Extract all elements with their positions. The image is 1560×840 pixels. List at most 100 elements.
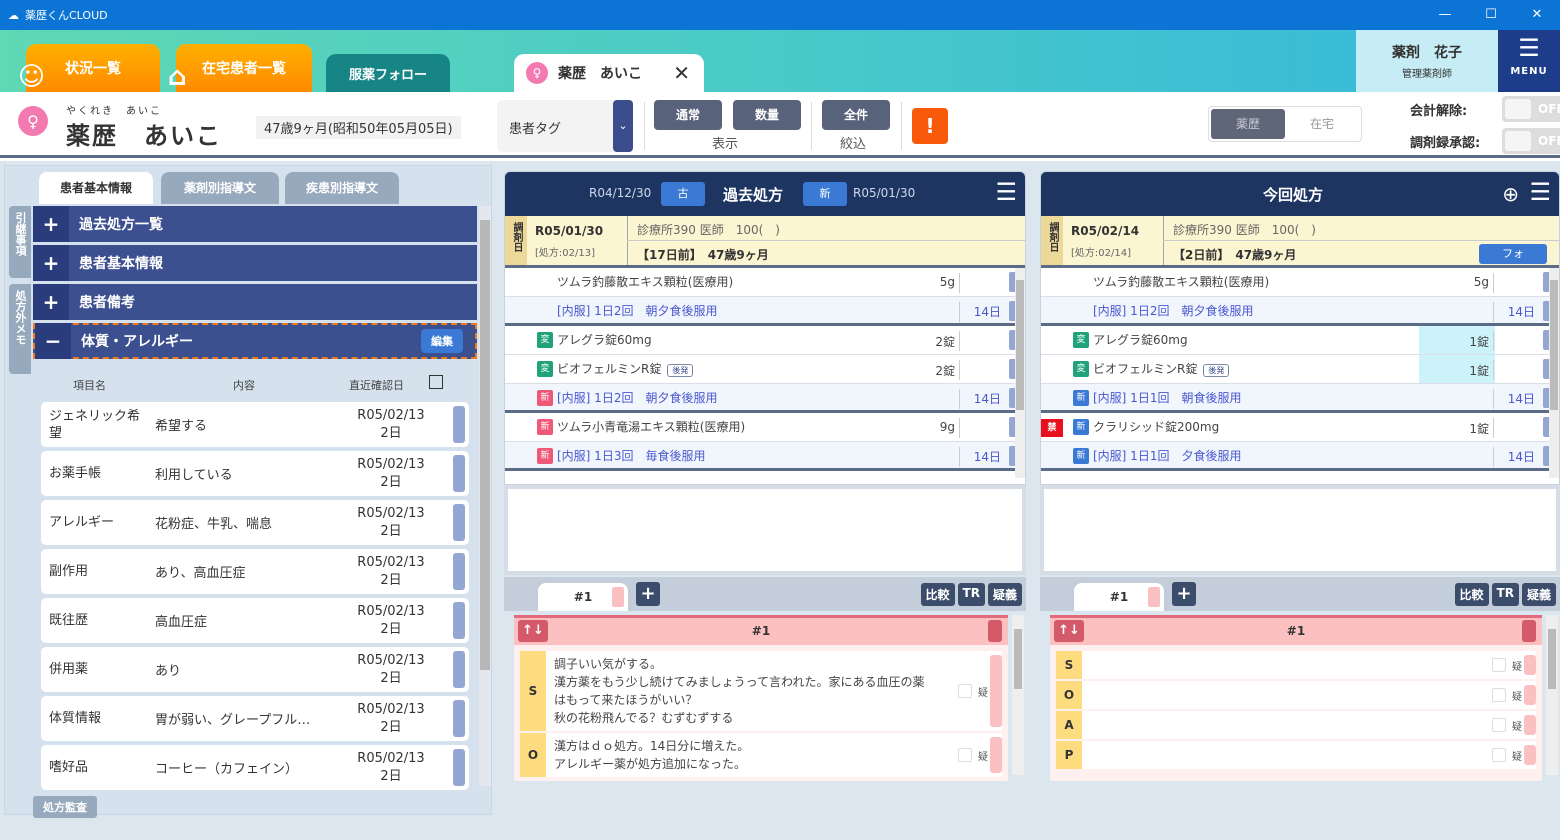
soap-color-marker[interactable] [990, 737, 1002, 773]
past-memo-area[interactable] [504, 485, 1026, 575]
table-row[interactable]: 併用薬 あり R05/02/13 2日 [41, 647, 469, 692]
older-button[interactable]: 古 [661, 182, 705, 206]
usage-row[interactable]: 新 [内服] 1日3回 毎食後服用 14日 [505, 442, 1025, 471]
current-scrollbar[interactable] [1549, 268, 1559, 478]
newer-button[interactable]: 新 [803, 182, 847, 206]
row-select-handle[interactable] [453, 504, 465, 541]
soap-text[interactable] [1082, 681, 1536, 709]
usage-row[interactable]: [内服] 1日2回 朝夕食後服用 14日 [1041, 297, 1559, 326]
usage-row[interactable]: 新 [内服] 1日2回 朝夕食後服用 14日 [505, 384, 1025, 413]
past-scrollbar[interactable] [1015, 268, 1025, 478]
maximize-button[interactable]: ☐ [1468, 0, 1514, 30]
row-select-handle[interactable] [453, 749, 465, 786]
soap-color-marker[interactable] [1524, 655, 1536, 675]
add-soap-button[interactable]: + [1172, 582, 1196, 606]
table-row[interactable]: 嗜好品 コーヒー（カフェイン） R05/02/13 2日 [41, 745, 469, 790]
compare-button[interactable]: 比較 [920, 583, 955, 606]
table-row[interactable]: 既往歴 高血圧症 R05/02/13 2日 [41, 598, 469, 643]
drug-row[interactable]: 新ツムラ小青竜湯エキス顆粒(医療用) 9g [505, 413, 1025, 442]
display-quantity-button[interactable]: 数量 [733, 100, 801, 130]
row-select-handle[interactable] [453, 553, 465, 590]
soap-inquiry-checkbox[interactable] [1492, 718, 1506, 732]
hamburger-icon[interactable]: ☰ [995, 180, 1017, 204]
scroll-thumb[interactable] [1014, 629, 1022, 689]
soap-scrollbar[interactable] [1012, 615, 1024, 775]
table-row[interactable]: アレルギー 花粉症、牛乳、喘息 R05/02/13 2日 [41, 500, 469, 545]
soap-color-marker[interactable] [1524, 685, 1536, 705]
inquiry-button[interactable]: 疑義 [987, 583, 1022, 606]
nav-tab-medication-follow[interactable]: 服薬フォロー [326, 54, 450, 92]
edit-button[interactable]: 編集 [421, 329, 463, 353]
section-allergy[interactable]: − 体質・アレルギー 編集 [33, 323, 477, 359]
left-scrollbar[interactable] [479, 206, 491, 786]
tab-drug-guidance[interactable]: 薬剤別指導文 [161, 172, 279, 204]
compare-button[interactable]: 比較 [1454, 583, 1489, 606]
menu-button[interactable]: ☰ MENU [1498, 30, 1560, 92]
row-select-handle[interactable] [453, 455, 465, 492]
soap-inquiry-checkbox[interactable] [1492, 748, 1506, 762]
drug-row[interactable]: ツムラ釣藤散エキス顆粒(医療用) 5g [1041, 268, 1559, 297]
add-soap-button[interactable]: + [636, 582, 660, 606]
scroll-thumb[interactable] [1548, 629, 1556, 689]
table-row[interactable]: お薬手帳 利用している R05/02/13 2日 [41, 451, 469, 496]
filter-all-button[interactable]: 全件 [822, 100, 890, 130]
usage-row[interactable]: 新 [内服] 1日1回 夕食後服用 14日 [1041, 442, 1559, 471]
close-tab-icon[interactable]: ✕ [673, 61, 690, 85]
add-circle-icon[interactable]: ⊕ [1502, 182, 1519, 206]
soap-tab-1[interactable]: #1 [538, 583, 628, 611]
dispense-approval-toggle[interactable]: OFF [1502, 128, 1560, 154]
warning-button[interactable]: ! [912, 108, 948, 144]
display-normal-button[interactable]: 通常 [654, 100, 722, 130]
section-past-prescriptions[interactable]: + 過去処方一覧 [33, 206, 477, 242]
row-select-handle[interactable] [453, 406, 465, 443]
row-select-handle[interactable] [453, 651, 465, 688]
soap-color-marker[interactable] [1522, 620, 1536, 642]
billing-release-toggle[interactable]: OFF [1502, 96, 1560, 122]
scroll-thumb[interactable] [480, 220, 490, 670]
soap-inquiry-checkbox[interactable] [1492, 658, 1506, 672]
table-row[interactable]: ジェネリック希望 希望する R05/02/13 2日 [41, 402, 469, 447]
soap-color-marker[interactable] [1524, 745, 1536, 765]
table-row[interactable]: 副作用 あり、高血圧症 R05/02/13 2日 [41, 549, 469, 594]
usage-row[interactable]: [内服] 1日2回 朝夕食後服用 14日 [505, 297, 1025, 326]
follow-button[interactable]: フォ [1479, 244, 1547, 264]
drug-row[interactable]: 禁新クラリシッド錠200mg 1錠 [1041, 413, 1559, 442]
soap-inquiry-checkbox[interactable] [958, 684, 972, 698]
patient-tab[interactable]: ♀ 薬歴 あいこ ✕ [514, 54, 704, 92]
drug-row[interactable]: ツムラ釣藤散エキス顆粒(医療用) 5g [505, 268, 1025, 297]
tr-button[interactable]: TR [957, 583, 985, 606]
soap-color-marker[interactable] [988, 620, 1002, 642]
soap-text[interactable] [1082, 741, 1536, 769]
table-row[interactable]: 体質情報 胃が弱い、グレープフル… R05/02/13 2日 [41, 696, 469, 741]
prescription-audit-button[interactable]: 処方監査 [33, 796, 97, 818]
soap-text[interactable] [1082, 711, 1536, 739]
section-patient-basic[interactable]: + 患者基本情報 [33, 245, 477, 281]
soap-inquiry-checkbox[interactable] [1492, 688, 1506, 702]
tr-button[interactable]: TR [1491, 583, 1519, 606]
tab-disease-guidance[interactable]: 疾患別指導文 [285, 172, 399, 204]
mode-history-button[interactable]: 薬歴 [1211, 109, 1285, 139]
side-tab-memo[interactable]: 処方外メモ [9, 284, 31, 374]
drug-row[interactable]: 変ビオフェルミンR錠 後発 2錠 [505, 355, 1025, 384]
soap-color-marker[interactable] [1524, 715, 1536, 735]
hamburger-icon[interactable]: ☰ [1529, 180, 1551, 204]
close-window-button[interactable]: ✕ [1514, 0, 1560, 30]
inquiry-button[interactable]: 疑義 [1521, 583, 1556, 606]
nav-tab-home-patients[interactable]: ⌂ 在宅患者一覧 [168, 44, 312, 92]
scroll-thumb[interactable] [1016, 280, 1024, 410]
nav-tab-status-list[interactable]: ☺ 状況一覧 [18, 44, 160, 92]
soap-inquiry-checkbox[interactable] [958, 748, 972, 762]
soap-text[interactable] [1082, 651, 1536, 679]
current-memo-area[interactable] [1040, 485, 1560, 575]
row-select-handle[interactable] [453, 602, 465, 639]
drug-row[interactable]: 変アレグラ錠60mg 1錠 [1041, 326, 1559, 355]
mode-home-button[interactable]: 在宅 [1285, 109, 1359, 139]
usage-row[interactable]: 新 [内服] 1日1回 朝食後服用 14日 [1041, 384, 1559, 413]
soap-scrollbar[interactable] [1546, 615, 1558, 775]
scroll-thumb[interactable] [1550, 280, 1558, 410]
select-all-checkbox[interactable] [429, 375, 443, 389]
soap-color-marker[interactable] [990, 655, 1002, 727]
chevron-down-icon[interactable]: ⌄ [613, 100, 633, 152]
sort-icon[interactable]: ↑↓ [1054, 620, 1084, 642]
drug-row[interactable]: 変アレグラ錠60mg 2錠 [505, 326, 1025, 355]
